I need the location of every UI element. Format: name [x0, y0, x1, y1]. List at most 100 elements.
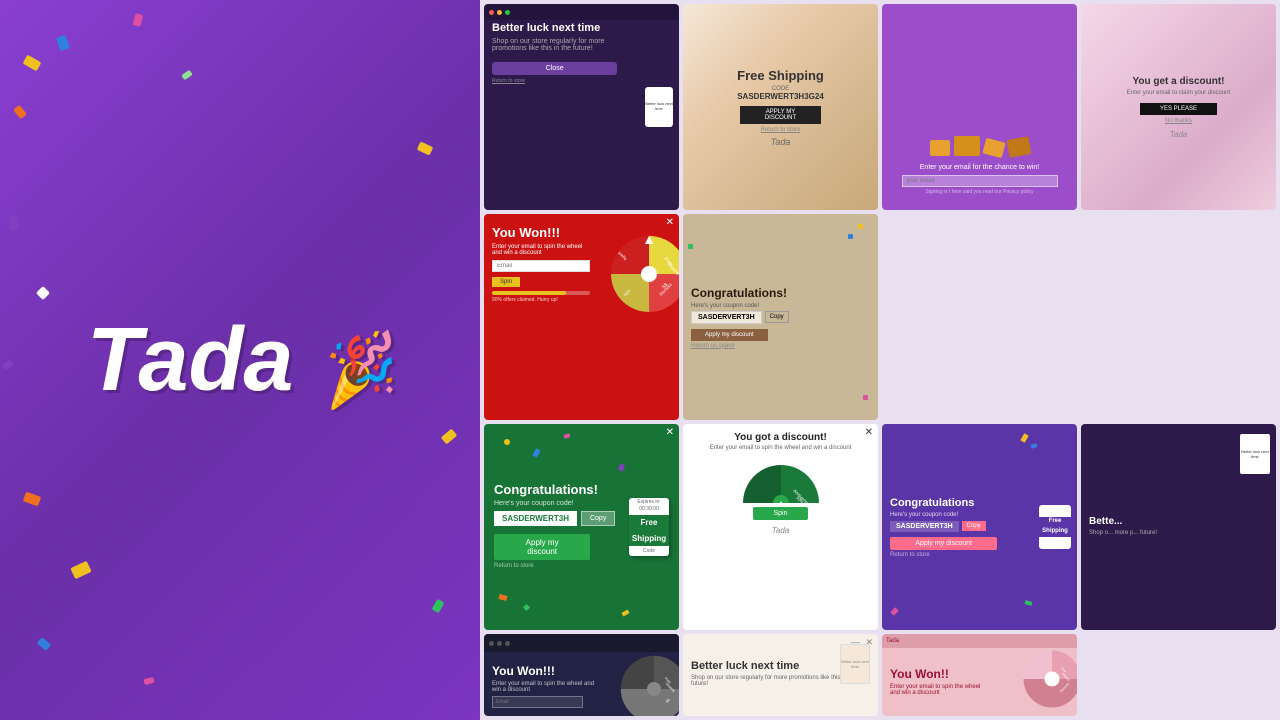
close-button-1[interactable]: Close — [492, 62, 617, 75]
confetti-card6-3 — [863, 395, 868, 400]
better-luck-title-12: Better luck next time — [691, 660, 799, 672]
you-won-title-5: You Won!!! — [492, 226, 590, 240]
ticket-badge-7b: Shipping — [629, 531, 669, 546]
dot-9-2 — [1030, 443, 1037, 449]
ticket-badge-9b: Shipping — [1039, 527, 1071, 537]
confetti-card6-4 — [688, 244, 693, 249]
confetti-15 — [2, 360, 14, 370]
box-icons — [930, 136, 1030, 156]
spin-button-5[interactable]: Spin — [492, 277, 520, 287]
coupon-label-7: Here's your coupon code! — [494, 500, 590, 507]
confetti-7 — [8, 215, 18, 230]
coupon-label-6: Here's your coupon code! — [691, 303, 759, 309]
brand-2: Tada — [771, 137, 791, 147]
preview-card-11: You Won!!! Enter your email to spin the … — [484, 634, 679, 716]
preview-card-12: ✕ — Better luck next time Shop on our st… — [683, 634, 878, 716]
coupon-code-9: SASDERVERT3H — [890, 521, 959, 532]
email-input-5[interactable] — [492, 260, 590, 272]
copy-button-6[interactable]: Copy — [765, 311, 789, 323]
free-shipping-title: Free Shipping — [737, 68, 824, 83]
wheel-seg-8-3 — [743, 465, 781, 503]
window-bar-1 — [484, 4, 679, 20]
dot-9-4 — [1025, 600, 1033, 606]
return-link-6[interactable]: Return us space — [691, 343, 735, 349]
email-row-11 — [492, 696, 583, 708]
wheel-center-13 — [1045, 672, 1060, 687]
confetti-9 — [23, 492, 41, 507]
half-wheel-svg-8: Anniversary 30% Free Shipping — [741, 463, 821, 503]
ticket-10: Better luck next time — [1240, 434, 1270, 474]
party-popper-icon: 🎉 — [312, 331, 400, 408]
package-icon-4 — [1006, 136, 1031, 158]
confetti-card6-2 — [848, 234, 853, 239]
ticket-badge-9: Free — [1039, 517, 1071, 527]
confetti-14 — [441, 429, 458, 445]
preview-card-4: You get a discount! Enter your email to … — [1081, 4, 1276, 210]
wheel-container-5: Free Shipping 5$ Discount 10% Agent — [609, 234, 679, 314]
privacy-text-3: Signing in I here said you read our Priv… — [925, 189, 1033, 195]
ticket-code-label-7: Code — [643, 548, 655, 555]
progress-bar-5 — [492, 291, 590, 295]
you-won-sub-13: Enter your email to spin the wheel and w… — [890, 684, 988, 696]
discount-sub-8: Enter your email to spin the wheel and w… — [710, 445, 852, 451]
wheel-center — [641, 266, 657, 282]
progress-fill-5 — [492, 291, 566, 295]
window-bar-13: Tada — [882, 634, 1077, 648]
better-luck-title-1: Better luck next time — [492, 22, 617, 34]
dot-7-1 — [504, 439, 510, 445]
code-row-7: SASDERWERT3H Copy — [494, 511, 590, 526]
preview-card-1: Better luck next time Shop on our store … — [484, 4, 679, 210]
email-input-11[interactable] — [492, 696, 583, 708]
coupon-ticket-7: Expires in: 00:30:00 Free Shipping Code — [629, 498, 669, 556]
yes-please-button[interactable]: YES PLEASE — [1140, 103, 1217, 115]
return-link-9[interactable]: Return to store — [890, 552, 997, 558]
return-link-2[interactable]: Return to store — [761, 127, 801, 133]
preview-grid: Better luck next time Shop on our store … — [480, 0, 1280, 720]
enter-email-text-3: Enter your email for the chance to win! — [920, 164, 1039, 171]
confetti-11 — [37, 637, 51, 651]
coupon-code-7: SASDERWERT3H — [494, 511, 577, 526]
email-input-3[interactable] — [902, 175, 1058, 187]
copy-button-9[interactable]: Copy — [962, 521, 986, 531]
better-luck-title-10: Bette... — [1089, 516, 1122, 527]
return-link-1[interactable]: Return to store — [492, 78, 617, 84]
ticket-badge-7: Free — [629, 515, 669, 530]
congratulations-title-6: Congratulations! — [691, 286, 787, 300]
close-icon-5[interactable]: ✕ — [666, 217, 674, 228]
apply-button-7[interactable]: Apply my discount — [494, 534, 590, 560]
preview-card-7: ✕ Congratulations! Here's your coupon co… — [484, 424, 679, 630]
confetti-1 — [23, 54, 42, 71]
no-thanks-link[interactable]: No thanks — [1165, 118, 1192, 124]
confetti-8 — [36, 286, 50, 300]
wheel-svg-5: Free Shipping 5$ Discount 10% Agent — [609, 234, 679, 314]
preview-card-9: Congratulations Here's your coupon code!… — [882, 424, 1077, 630]
wheel-container-13: Free Shipping Discount — [1022, 649, 1077, 709]
got-discount-title: You get a discount! — [1132, 76, 1224, 87]
you-won-title-13: You Won!! — [890, 667, 988, 681]
congratulations-title-9: Congratulations — [890, 497, 997, 509]
brand-name: Tada — [87, 310, 294, 410]
apply-button-6[interactable]: Apply my discount — [691, 329, 768, 341]
maximize-dot-1 — [505, 10, 510, 15]
got-discount-sub: Enter your email to claim your discount — [1127, 90, 1230, 96]
copy-button-7[interactable]: Copy — [581, 511, 615, 526]
wheel-svg-13: Free Shipping Discount — [1022, 649, 1077, 709]
spin-button-8[interactable]: Spin — [753, 507, 807, 520]
close-icon-7[interactable]: ✕ — [666, 427, 674, 438]
apply-button-2[interactable]: APPLY MY DISCOUNT — [740, 106, 821, 124]
coupon-ticket-12: Better luck next time — [840, 644, 870, 684]
apply-button-9[interactable]: Apply my discount — [890, 537, 997, 550]
ticket-expires-7: Expires in: 00:30:00 — [629, 499, 669, 513]
you-won-sub-11: Enter your email to spin the wheel and w… — [492, 681, 599, 693]
confetti-12 — [143, 677, 154, 685]
close-icon-8[interactable]: ✕ — [865, 427, 873, 438]
ticket-1: Better luck next time — [645, 87, 673, 127]
return-link-7[interactable]: Return to store — [494, 563, 590, 569]
preview-card-13: Tada You Won!! Enter your email to spin … — [882, 634, 1077, 716]
preview-card-5: ✕ You Won!!! Enter your email to spin th… — [484, 214, 679, 420]
package-icon-1 — [930, 140, 950, 156]
brand-8: Tada — [772, 526, 790, 535]
email-row-5 — [492, 260, 590, 272]
confetti-3 — [13, 105, 27, 119]
coupon-ticket-9: Free Shipping — [1039, 505, 1071, 549]
